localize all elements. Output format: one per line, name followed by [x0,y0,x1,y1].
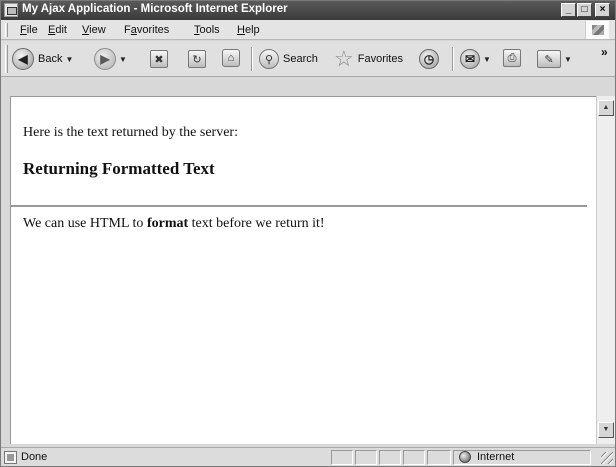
history-button[interactable]: ◷ [419,49,439,69]
horizontal-rule [11,205,587,207]
mail-icon: ✉ [460,49,480,69]
menubar-grip[interactable] [5,23,8,37]
body-paragraph: We can use HTML to format text before we… [23,216,325,232]
search-icon: ⚲ [259,49,279,69]
toolbar-separator [251,47,253,71]
para-text-after: text before we return it! [188,216,325,231]
stop-button[interactable]: ✖ [150,50,168,68]
menu-help[interactable]: Help [237,24,260,36]
home-button[interactable]: ⌂ [222,49,240,67]
edit-button[interactable]: ✎ ▼ [537,50,572,68]
windows-logo-icon [585,21,609,39]
edit-icon: ✎ [537,50,561,68]
forward-dropdown-icon[interactable]: ▼ [119,55,127,64]
back-button[interactable]: ◀ Back ▼ [12,48,73,70]
back-icon: ◀ [12,48,34,70]
favorites-icon: ☆ [334,46,354,71]
search-button[interactable]: ⚲ Search [259,49,318,69]
forward-icon: ▶ [94,48,116,70]
status-panel [403,450,425,465]
menu-file[interactable]: File [20,24,38,36]
back-dropdown-icon[interactable]: ▼ [65,55,73,64]
status-bar: Done Internet [1,447,615,466]
favorites-label: Favorites [357,53,403,65]
menu-edit[interactable]: Edit [48,24,67,36]
print-button[interactable]: ⎙ [503,49,521,67]
menu-view[interactable]: View [82,24,106,36]
toolbar-grip[interactable] [5,45,8,73]
ie-page-icon[interactable] [4,3,18,17]
status-panel [355,450,377,465]
para-text-before: We can use HTML to [23,216,147,231]
history-icon: ◷ [419,49,439,69]
security-zone-text: Internet [477,451,515,463]
toolbar-separator [452,47,454,71]
status-panel [379,450,401,465]
stop-icon: ✖ [150,50,168,68]
forward-button[interactable]: ▶ ▼ [94,48,127,70]
para-bold-word: format [146,216,189,231]
security-zone-panel [453,450,591,465]
print-icon: ⎙ [503,49,521,67]
menu-tools[interactable]: Tools [194,24,220,36]
internet-globe-icon [459,451,471,463]
mail-dropdown-icon[interactable]: ▼ [483,55,491,64]
title-bar[interactable]: My Ajax Application - Microsoft Internet… [1,1,615,20]
toolbar-overflow-chevron[interactable]: » [601,45,608,59]
minimize-button[interactable]: _ [561,3,576,17]
refresh-icon: ↻ [188,50,206,68]
vertical-scrollbar[interactable]: ▲ ▼ [596,96,615,444]
window-title: My Ajax Application - Microsoft Internet… [22,3,288,15]
menu-favorites[interactable]: Favorites [124,24,169,36]
scroll-up-button[interactable]: ▲ [598,100,614,116]
page-viewport[interactable]: Here is the text returned by the server:… [10,96,596,444]
scroll-down-button[interactable]: ▼ [598,422,614,438]
home-icon: ⌂ [222,49,240,67]
standard-toolbar: ◀ Back ▼ ▶ ▼ ✖ ↻ ⌂ ⚲ Search ☆ Favorites … [1,41,615,77]
status-panel [427,450,451,465]
status-panel [331,450,353,465]
page-done-icon [4,451,17,464]
favorites-button[interactable]: ☆ Favorites [334,48,403,70]
status-text: Done [21,451,48,463]
close-button[interactable]: × [595,3,610,17]
mail-button[interactable]: ✉ ▼ [460,49,491,69]
back-label: Back [38,53,63,65]
resize-grip-icon[interactable] [601,452,613,464]
maximize-button[interactable]: □ [577,3,592,17]
intro-text: Here is the text returned by the server: [23,125,238,140]
menu-bar: File Edit View Favorites Tools Help [1,20,615,40]
window-frame-left [1,96,10,444]
refresh-button[interactable]: ↻ [188,50,206,68]
browser-window: My Ajax Application - Microsoft Internet… [0,0,616,467]
edit-dropdown-icon[interactable]: ▼ [564,55,572,64]
page-heading: Returning Formatted Text [23,159,215,178]
search-label: Search [283,53,318,65]
